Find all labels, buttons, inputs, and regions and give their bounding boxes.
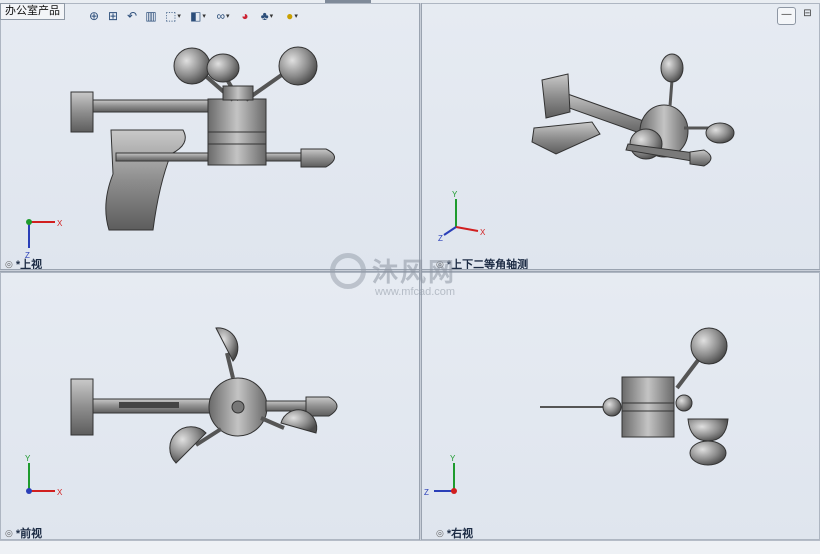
cup-2 (169, 426, 207, 464)
axis-triad-iso: Y X Z (438, 190, 486, 243)
heads-up-view-toolbar: ⊕ ⊞ ↶ ▥ ⬚ ▾ ◧ ▾ ∞ ▾ ◕ ♣ ▾ ● ▾ (86, 7, 303, 25)
svg-text:Y: Y (25, 454, 31, 463)
cup-1 (690, 327, 728, 365)
eye-icon: ◎ (5, 258, 13, 269)
restore-button[interactable]: ⊟ (799, 7, 816, 23)
view-name: *右视 (446, 528, 474, 540)
tail-fin (105, 129, 186, 231)
svg-text:Y: Y (450, 454, 456, 463)
previous-view-icon[interactable]: ↶ (124, 8, 140, 24)
mount-bracket (70, 91, 94, 133)
tail-fin (531, 121, 601, 155)
display-style-icon[interactable]: ◧ ▾ (187, 8, 209, 24)
view-name: *上下二等角轴测 (446, 259, 529, 270)
mount-bracket (70, 378, 94, 436)
eye-icon: ◎ (5, 527, 13, 538)
sensor-body (621, 376, 675, 438)
nose-cone (689, 149, 712, 167)
main-rod (92, 99, 212, 113)
viewport-top[interactable]: X Z ◎ *上视 (0, 3, 420, 270)
cup-1 (173, 47, 211, 85)
zoom-to-fit-icon[interactable]: ⊕ (86, 8, 102, 24)
view-name: *前视 (15, 528, 43, 540)
view-settings-icon[interactable]: ● ▾ (281, 8, 303, 24)
apply-scene-icon[interactable]: ♣ ▾ (256, 8, 278, 24)
svg-text:Y: Y (452, 190, 458, 199)
svg-text:X: X (57, 488, 63, 497)
cup-3 (689, 440, 727, 466)
cup-2 (705, 122, 735, 144)
edit-appearance-icon[interactable]: ◕ (237, 8, 253, 24)
svg-text:Z: Z (424, 488, 429, 497)
zoom-area-icon[interactable]: ⊞ (105, 8, 121, 24)
svg-text:Z: Z (438, 234, 443, 243)
minimize-button[interactable]: — (777, 7, 796, 25)
axis-triad-front: Y X (25, 454, 63, 497)
eye-icon: ◎ (436, 527, 444, 538)
watermark-text: 沐风网 (372, 257, 457, 287)
cup-2 (687, 418, 729, 442)
svg-text:X: X (480, 228, 486, 237)
watermark-url: www.mfcad.com (375, 286, 456, 298)
svg-text:X: X (57, 219, 63, 228)
nose-cone (300, 148, 335, 168)
viewport-label-front: ◎ *前视 (5, 525, 42, 540)
nose-cone (305, 396, 338, 417)
hide-show-icon[interactable]: ∞ ▾ (212, 8, 234, 24)
view-orientation-icon[interactable]: ⬚ ▾ (162, 8, 184, 24)
watermark-logo-icon (330, 252, 366, 289)
viewport-label-top: ◎ *上视 (5, 256, 42, 270)
cup-1 (660, 53, 684, 83)
section-view-icon[interactable]: ▥ (143, 8, 159, 24)
mount-bracket (541, 73, 571, 119)
viewport-right[interactable]: Y Z ◎ *右视 (421, 272, 820, 540)
viewport-front[interactable]: Y X ◎ *前视 (0, 272, 420, 540)
cup-2 (278, 46, 318, 86)
feature-tree-tab[interactable]: 办公室产品 (0, 3, 65, 20)
cup-3 (206, 53, 240, 83)
window-controls: — ⊟ (777, 7, 816, 25)
status-bar (0, 540, 820, 554)
viewport-iso[interactable]: Y X Z ◎ *上下二等角轴测 (421, 3, 820, 270)
viewport-label-right: ◎ *右视 (436, 525, 473, 540)
view-name: *上视 (15, 259, 43, 270)
axis-triad-right: Y Z (424, 454, 457, 497)
watermark: 沐风网 www.mfcad.com (330, 252, 456, 298)
